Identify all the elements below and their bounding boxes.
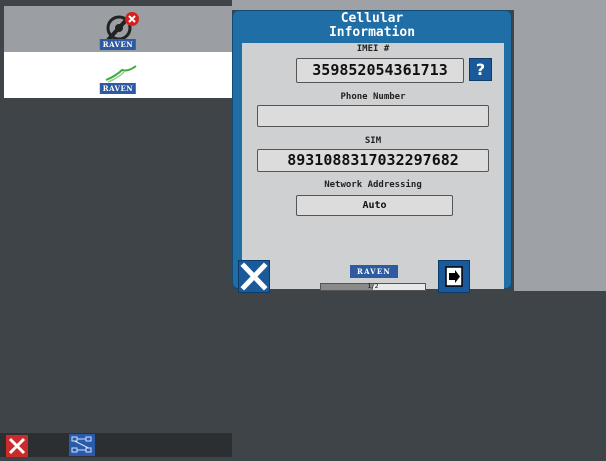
imei-label: IMEI # <box>356 44 390 54</box>
next-page-button[interactable] <box>438 260 470 293</box>
page-indicator: 1/2 <box>320 283 426 291</box>
sim-label: SIM <box>364 136 382 146</box>
imei-field: 359852054361713 <box>296 58 464 83</box>
close-icon <box>240 262 268 291</box>
sidebar-item-app[interactable]: RAVEN <box>4 52 232 98</box>
network-addressing-label: Network Addressing <box>324 180 422 190</box>
cellular-info-dialog: Cellular Information IMEI # 359852054361… <box>232 10 512 293</box>
dialog-title-line2: Information <box>328 25 416 40</box>
raven-logo: RAVEN <box>350 265 398 278</box>
close-icon <box>8 437 26 455</box>
dialog-title-line1: Cellular <box>340 11 404 26</box>
sim-field: 8931088317032297682 <box>257 149 489 172</box>
header-strip <box>232 0 606 10</box>
sidebar: RAVEN RAVEN <box>0 0 232 433</box>
network-addressing-field[interactable]: Auto <box>296 195 453 216</box>
close-button[interactable] <box>238 260 270 293</box>
next-page-icon <box>445 266 463 287</box>
sidebar-item-tools[interactable]: RAVEN <box>4 6 232 52</box>
raven-logo: RAVEN <box>99 39 137 50</box>
right-panel <box>514 10 606 291</box>
phone-number-label: Phone Number <box>340 92 406 102</box>
network-button[interactable] <box>69 434 95 456</box>
page-indicator-text: 1/2 <box>367 283 379 290</box>
dialog-body: IMEI # 359852054361713 ? Phone Number SI… <box>242 43 504 289</box>
help-button[interactable]: ? <box>469 58 492 81</box>
taskbar-close-button[interactable] <box>6 435 28 457</box>
taskbar <box>0 433 232 457</box>
raven-logo: RAVEN <box>99 83 137 94</box>
dialog-title: Cellular Information <box>233 11 511 44</box>
network-diagram-icon <box>71 436 92 453</box>
phone-number-field <box>257 105 489 127</box>
